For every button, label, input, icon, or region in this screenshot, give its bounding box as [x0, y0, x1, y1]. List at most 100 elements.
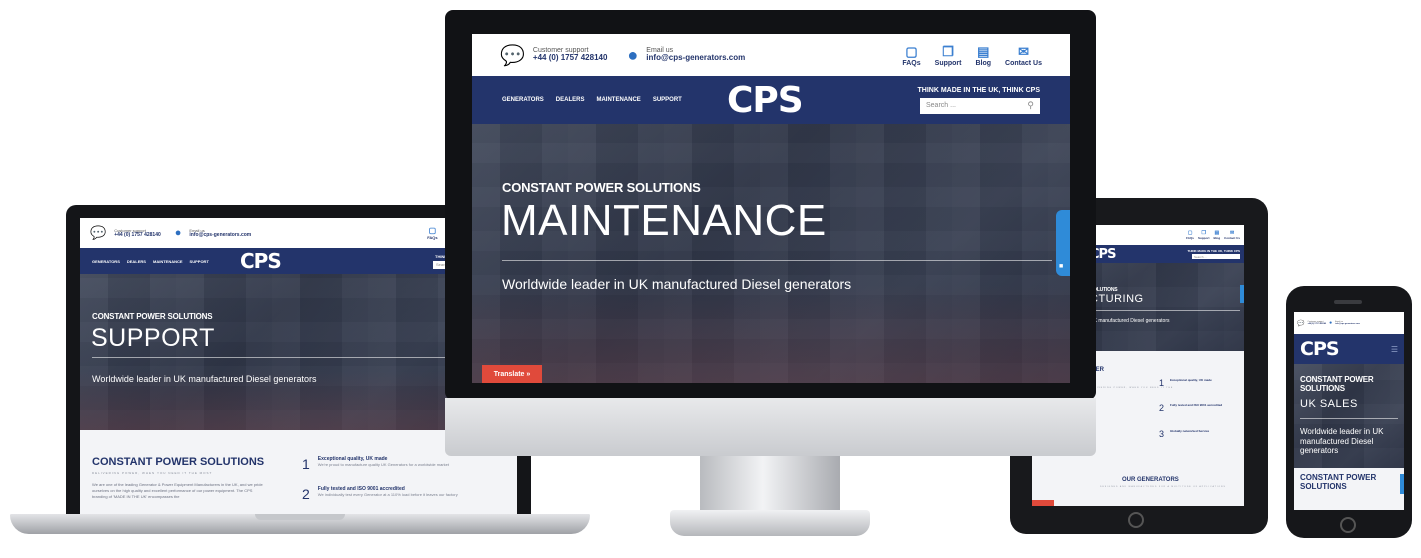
- support-phone[interactable]: +44 (0) 1757 428140: [114, 232, 161, 238]
- monitor-stand-neck: [700, 456, 840, 516]
- translate-button[interactable]: [1032, 500, 1054, 506]
- feature-item: 2 Fully tested and ISO 9001 accredited W…: [302, 486, 502, 502]
- nav-maintenance[interactable]: MAINTENANCE: [153, 259, 183, 264]
- main-nav: GENERATORS DEALERS MAINTENANCE SUPPORT: [92, 259, 209, 264]
- hero-floor: [472, 284, 1070, 383]
- quick-link-label: Blog: [1213, 236, 1221, 240]
- generators-title: OUR GENERATORS: [1122, 477, 1179, 483]
- monitor-hero: CONSTANT POWER SOLUTIONS MAINTENANCE Wor…: [472, 124, 1070, 383]
- section-title: CONSTANT POWER SOLUTIONS: [92, 456, 265, 468]
- monitor-navband: GENERATORS DEALERS MAINTENANCE SUPPORT C…: [472, 76, 1070, 124]
- quick-link-label: Support: [1197, 236, 1210, 240]
- quick-link-support[interactable]: ❐Support: [1198, 230, 1210, 240]
- feature-text: We're proud to manufacture quality UK Ge…: [317, 462, 449, 467]
- faq-icon: ▢: [428, 226, 437, 235]
- hero-divider: [1090, 310, 1240, 311]
- support-phone[interactable]: +44 (0) 1757 428140: [1307, 323, 1326, 325]
- phone-screen: 💬 Customer support +44 (0) 1757 428140 ●…: [1294, 312, 1404, 510]
- email-block: Email us info@cps-generators.com: [646, 47, 745, 63]
- section-title: CONSTANT POWER SOLUTIONS: [1300, 473, 1377, 491]
- main-nav: GENERATORS DEALERS MAINTENANCE SUPPORT: [502, 97, 682, 103]
- email-value[interactable]: info@cps-generators.com: [189, 232, 251, 238]
- quick-link-faqs[interactable]: ▢ FAQs: [427, 226, 437, 240]
- quick-link-label: FAQs: [427, 235, 438, 240]
- hero-divider: [1300, 418, 1398, 419]
- contact-icon: ✉: [1018, 43, 1029, 59]
- phone-speaker: [1334, 300, 1362, 304]
- hero-subtitle: Worldwide leader in UK manufactured Dies…: [1300, 427, 1384, 456]
- search-placeholder: Search ...: [1194, 254, 1207, 259]
- hero-subtitle: UK manufactured Diesel generators: [1090, 318, 1170, 324]
- search-area: THINK MADE IN THE UK, THINK CPS Search .…: [917, 86, 1041, 114]
- blog-icon: ▤: [977, 43, 990, 59]
- nav-support[interactable]: SUPPORT: [653, 97, 682, 103]
- hero-divider: [502, 260, 1052, 261]
- quick-link-blog[interactable]: ▤Blog: [1213, 230, 1220, 240]
- search-area: THINK MADE IN THE UK, THINK CPS Search .…: [1188, 249, 1240, 259]
- faq-icon: ▢: [905, 43, 918, 59]
- nav-dealers[interactable]: DEALERS: [556, 97, 585, 103]
- feature-text: We individually test every Generator at …: [317, 492, 458, 497]
- cps-logo[interactable]: CPS: [1300, 338, 1340, 360]
- tablet-home-button: [1128, 512, 1144, 528]
- feature-number: 1: [302, 456, 310, 472]
- quick-link-faqs[interactable]: ▢ FAQs: [1186, 230, 1194, 240]
- feature-item: 3 Globally networked Service: [1159, 429, 1209, 439]
- phone-topbar: 💬 Customer support +44 (0) 1757 428140 ●…: [1294, 312, 1404, 334]
- quick-link-blog[interactable]: ▤Blog: [975, 44, 991, 67]
- cps-logo[interactable]: CPS: [727, 80, 804, 121]
- monitor-chin: [445, 398, 1096, 456]
- quick-link-label: Support: [934, 59, 962, 67]
- hero-divider: [92, 357, 492, 358]
- chat-tab[interactable]: ■: [1056, 210, 1070, 276]
- feature-title: Fully tested and ISO 9001 accredited: [1170, 403, 1223, 407]
- translate-button[interactable]: Translate »: [482, 365, 542, 383]
- hamburger-menu-icon[interactable]: ☰: [1391, 345, 1398, 354]
- quick-link-label: Contact Us: [1224, 236, 1240, 240]
- feature-item: 1 Exceptional quality, UK made: [1159, 378, 1212, 388]
- email-value[interactable]: info@cps-generators.com: [1335, 323, 1360, 325]
- chat-tab[interactable]: [1400, 474, 1404, 494]
- search-input[interactable]: Search ...: [1192, 254, 1240, 259]
- quick-link-contact[interactable]: ✉Contact Us: [1005, 44, 1042, 67]
- user-icon: ●: [174, 227, 182, 239]
- feature-number: 1: [1159, 378, 1165, 388]
- nav-support[interactable]: SUPPORT: [190, 259, 209, 264]
- cps-logo[interactable]: CPS: [240, 249, 282, 273]
- quick-links: ▢FAQs ❐Support ▤Blog ✉Contact Us: [902, 44, 1042, 67]
- chat-icon: ■: [1059, 263, 1064, 270]
- feature-number: 2: [1159, 403, 1165, 413]
- monitor-topbar: 💬 Customer support +44 (0) 1757 428140 ●…: [472, 34, 1070, 76]
- hero-title: SUPPORT: [91, 324, 215, 352]
- nav-dealers[interactable]: DEALERS: [127, 259, 146, 264]
- nav-generators[interactable]: GENERATORS: [502, 97, 544, 103]
- quick-link-contact[interactable]: ✉Contact Us: [1224, 230, 1240, 240]
- quick-links: ▢FAQs ❐Support ▤Blog ✉Contact Us: [1186, 230, 1240, 240]
- email-value[interactable]: info@cps-generators.com: [646, 54, 745, 63]
- hero-kicker: CONSTANT POWER SOLUTIONS: [1300, 375, 1374, 393]
- feature-item: 2 Fully tested and ISO 9001 accredited: [1159, 403, 1222, 413]
- tagline: THINK MADE IN THE UK, THINK CPS: [917, 86, 1041, 94]
- quick-link-label: FAQs: [1186, 236, 1194, 240]
- chat-tab[interactable]: [1240, 285, 1244, 303]
- support-icon: ❐: [942, 43, 954, 59]
- support-phone[interactable]: +44 (0) 1757 428140: [533, 54, 608, 63]
- chat-bubbles-icon: 💬: [500, 44, 525, 67]
- search-input[interactable]: Search ... ⚲: [920, 97, 1040, 114]
- quick-link-support[interactable]: ❐Support: [935, 44, 962, 67]
- nav-maintenance[interactable]: MAINTENANCE: [596, 97, 640, 103]
- support-block: Customer support +44 (0) 1757 428140: [533, 47, 608, 63]
- hero-title: MAINTENANCE: [501, 196, 827, 245]
- feature-title: Globally networked Service: [1170, 429, 1210, 433]
- hero-title: UK SALES: [1300, 398, 1358, 410]
- feature-title: Exceptional quality, UK made: [1170, 378, 1212, 382]
- hero-subtitle: Worldwide leader in UK manufactured Dies…: [92, 374, 317, 384]
- phone-home-button: [1340, 517, 1356, 533]
- phone-navband: CPS ☰: [1294, 334, 1404, 364]
- laptop-notch: [255, 514, 345, 520]
- email-block: Email us info@cps-generators.com: [189, 228, 251, 238]
- feature-item: 1 Exceptional quality, UK made We're pro…: [302, 456, 502, 472]
- quick-link-faqs[interactable]: ▢ FAQs: [902, 44, 920, 67]
- quick-link-label: FAQs: [902, 59, 921, 67]
- nav-generators[interactable]: GENERATORS: [92, 259, 120, 264]
